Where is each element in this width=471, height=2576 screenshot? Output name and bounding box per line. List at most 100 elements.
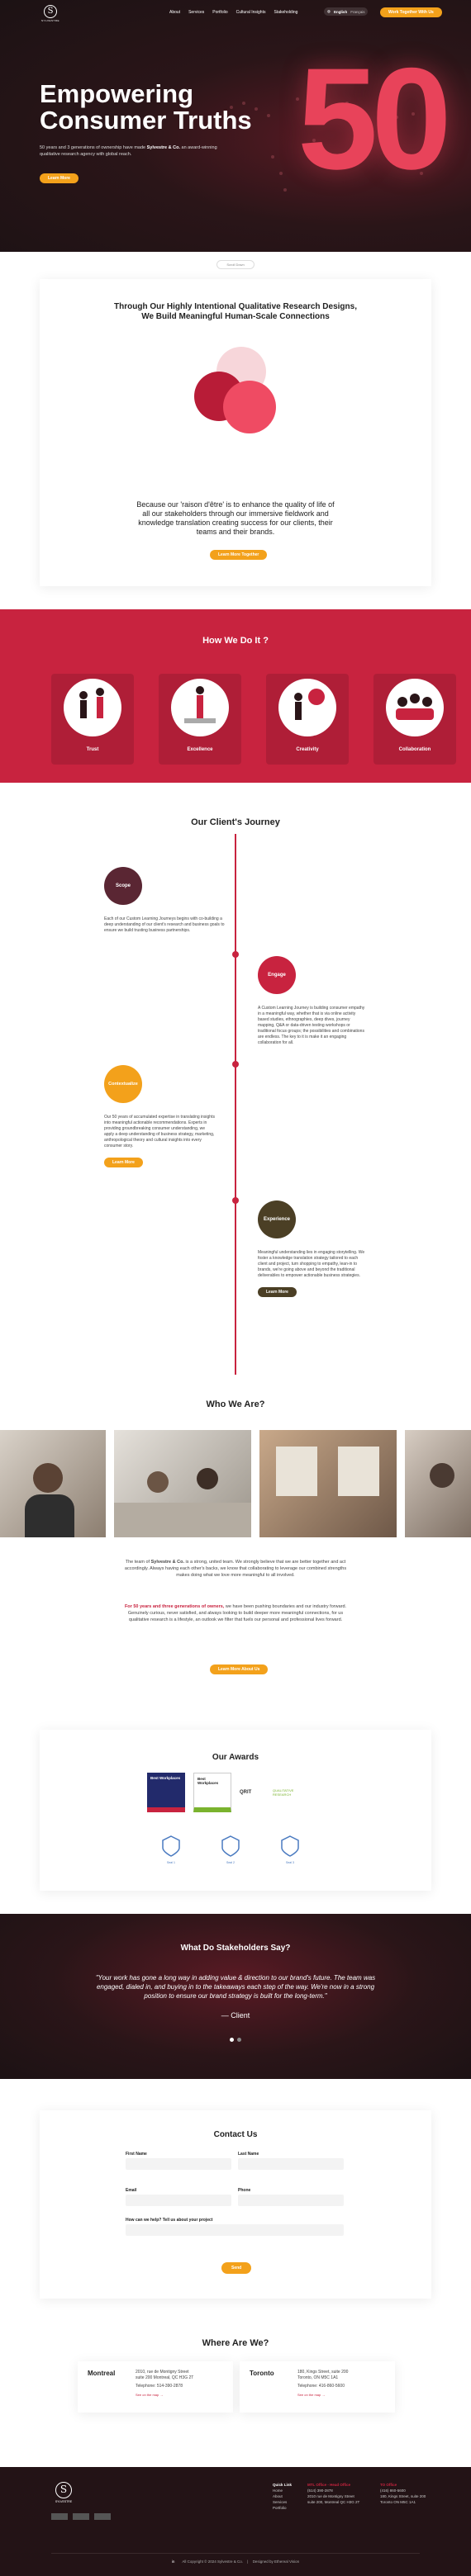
logo-text: SYLVESTRE	[41, 19, 59, 22]
office-phone: Telephone: 514-390-2878	[136, 2384, 183, 2389]
nav-cta-button[interactable]: Work Together With Us	[380, 7, 442, 17]
how-label-collaboration: Collaboration	[398, 747, 431, 752]
footer-to-phone[interactable]: (416) 860-5600	[380, 2488, 446, 2493]
first-name-input[interactable]	[126, 2158, 231, 2170]
footer-col-title: TO Office	[380, 2483, 397, 2487]
credit: Designed by Ethereal Vision	[252, 2559, 300, 2564]
team-photo-3	[259, 1430, 397, 1537]
footer-link-services[interactable]: Services	[273, 2499, 292, 2505]
intro-card: Through Our Highly Intentional Qualitati…	[40, 279, 431, 586]
partner-logo-1	[51, 2513, 68, 2520]
seal-caption: Seal 1	[167, 1861, 175, 1864]
journey-step-experience: Experience Meaningful understanding lies…	[258, 1200, 365, 1297]
team-photo-4	[405, 1430, 471, 1537]
journey-step-contextualize: Contextualize Our 50 years of accumulate…	[104, 1065, 216, 1167]
phone-input[interactable]	[238, 2195, 344, 2206]
hero-big-number: 50	[297, 39, 452, 200]
award-badge-1: Best Workplaces	[147, 1773, 185, 1812]
award-seal-2: Seal 2	[215, 1835, 246, 1864]
office-address-1: 2010, rue de Montigny Street	[136, 2370, 189, 2375]
scroll-indicator[interactable]: Scroll Down	[216, 260, 255, 269]
carousel-dots	[230, 2038, 241, 2042]
social-linkedin-icon[interactable]: in	[172, 2559, 175, 2564]
phone-label: Phone	[238, 2188, 251, 2193]
carousel-dot-active[interactable]	[230, 2038, 234, 2042]
who-cta-button[interactable]: Learn More About Us	[210, 1664, 269, 1674]
nav-about[interactable]: About	[169, 10, 180, 15]
help-label: How can we help? Tell us about your proj…	[126, 2218, 213, 2223]
last-name-input[interactable]	[238, 2158, 344, 2170]
footer-logo-text: SYLVESTRE	[55, 2500, 73, 2503]
main-nav: About Services Portfolio Cultural Insigh…	[169, 10, 297, 15]
step-text-scope: Each of our Custom Learning Journeys beg…	[104, 916, 225, 933]
step-circle-scope: Scope	[104, 867, 142, 905]
office-address-2: suite 200 Montreal, QC H3G 2T	[136, 2375, 194, 2380]
footer-link-portfolio[interactable]: Portfolio	[273, 2505, 292, 2511]
footer-col-quicklinks: Quick Link Home About Services Portfolio	[273, 2482, 292, 2511]
contact-card: Contact Us First Name Last Name Email Ph…	[40, 2110, 431, 2299]
hero-cta-button[interactable]: Learn More	[40, 173, 78, 183]
nav-services[interactable]: Services	[188, 10, 204, 15]
who-p1-text: The team of	[125, 1560, 151, 1565]
award-seal-3: Seal 3	[274, 1835, 306, 1864]
footer-logo-mark: S	[55, 2482, 72, 2498]
footer-link-about[interactable]: About	[273, 2493, 292, 2499]
contact-title: Contact Us	[213, 2130, 258, 2139]
office-map-link[interactable]: See on the map →	[136, 2392, 193, 2398]
footer-partner-logos	[51, 2513, 111, 2520]
creativity-illustration-icon	[278, 679, 336, 736]
logo[interactable]: S SYLVESTRE	[40, 5, 61, 22]
step-text-experience: Meaningful understanding lies in engagin…	[258, 1250, 365, 1278]
timeline-dot	[232, 1061, 239, 1068]
partner-logo-2	[73, 2513, 89, 2520]
language-switch[interactable]: ◍ English Français	[324, 7, 369, 16]
who-p2-accent: For 50 years and three generations of ow…	[124, 1604, 225, 1609]
office-details: 180, Kings Street, suite 200 Toronto, ON…	[297, 2370, 348, 2404]
intro-title: Through Our Highly Intentional Qualitati…	[40, 302, 431, 322]
help-textarea[interactable]	[126, 2224, 344, 2236]
intro-cta-button[interactable]: Learn More Together	[210, 550, 268, 560]
email-input[interactable]	[126, 2195, 231, 2206]
nav-portfolio[interactable]: Portfolio	[212, 10, 227, 15]
trust-illustration-icon	[64, 679, 121, 736]
award-badge-4: QUALITATIVE RESEARCH	[273, 1788, 294, 1797]
step-text-contextualize: Our 50 years of accumulated expertise in…	[104, 1115, 215, 1148]
office-map-link[interactable]: See on the map →	[297, 2392, 348, 2398]
footer-logo[interactable]: S SYLVESTRE	[51, 2482, 76, 2503]
footer-mtl-address2: suite 200, Montreal QC H3G 2T	[307, 2500, 360, 2504]
lang-french[interactable]: Français	[350, 10, 364, 14]
intro-title-line2: We Build Meaningful Human-Scale Connecti…	[141, 312, 330, 321]
lang-english[interactable]: English	[334, 10, 347, 14]
journey-step-scope: Scope Each of our Custom Learning Journe…	[104, 867, 228, 934]
author-name: Client	[231, 2011, 250, 2020]
team-photo-strip	[0, 1430, 471, 1537]
nav-stakeholding[interactable]: Stakeholding	[274, 10, 297, 15]
send-button[interactable]: Send	[221, 2262, 252, 2274]
where-title: Where Are We?	[202, 2338, 269, 2348]
hero-title: Empowering Consumer Truths	[40, 81, 252, 134]
footer-col-title: MTL Office - Head Office	[307, 2483, 351, 2487]
footer-bottom: in All Copyright © 2024 Sylvestre & Co. …	[171, 2559, 300, 2564]
how-card-trust: Trust	[51, 674, 134, 765]
contextualize-cta-button[interactable]: Learn More	[104, 1158, 143, 1167]
journey-title: Our Client's Journey	[191, 817, 280, 827]
carousel-dot[interactable]	[237, 2038, 241, 2042]
experience-cta-button[interactable]: Learn More	[258, 1287, 297, 1297]
testimonial-quote: "Your work has gone a long way in adding…	[95, 1974, 376, 2000]
footer-mtl-address: 2010 rue de Montigny Street	[307, 2494, 354, 2498]
award-badges-row: Best Workplaces Best Workplaces QRIT QUA…	[147, 1773, 309, 1812]
seal-caption: Seal 3	[286, 1861, 294, 1864]
nav-cultural-insights[interactable]: Cultural Insights	[236, 10, 266, 15]
hero-subtitle-text: 50 years and 3 generations of ownership …	[40, 145, 147, 150]
footer-link-home[interactable]: Home	[273, 2488, 292, 2493]
office-address-2: Toronto, ON M5C 1A1	[297, 2375, 339, 2380]
how-items: Trust Excellence Creativity Collaboratio…	[51, 674, 456, 765]
who-p1-brand: Sylvestre & Co.	[150, 1560, 184, 1565]
seal-icon	[162, 1835, 180, 1857]
step-circle-experience: Experience	[258, 1200, 296, 1238]
step-circle-contextualize: Contextualize	[104, 1065, 142, 1103]
footer-mtl-phone[interactable]: (514) 390-2878	[307, 2488, 373, 2493]
office-phone: Telephone: 416-860-5600	[297, 2384, 345, 2389]
logo-mark: S	[44, 5, 57, 18]
hero-subtitle-brand: Sylvestre & Co.	[146, 145, 180, 150]
